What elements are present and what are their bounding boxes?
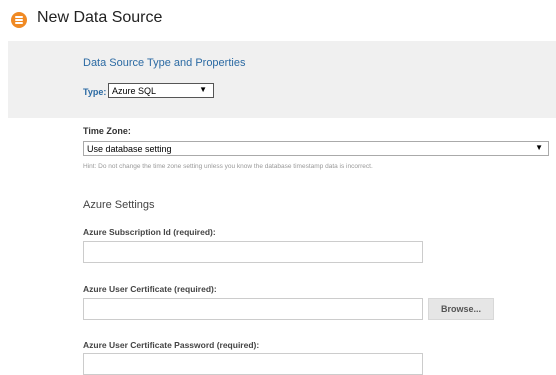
- certificate-password-label: Azure User Certificate Password (require…: [83, 340, 260, 350]
- page-title: New Data Source: [37, 9, 163, 26]
- timezone-label: Time Zone:: [83, 126, 131, 136]
- type-select[interactable]: Azure SQL ▼: [108, 83, 214, 98]
- certificate-input[interactable]: [83, 298, 423, 320]
- type-label: Type:: [83, 87, 107, 97]
- section-title: Data Source Type and Properties: [83, 57, 246, 69]
- dropdown-arrow-icon: ▼: [199, 85, 207, 94]
- subscription-id-label: Azure Subscription Id (required):: [83, 227, 216, 237]
- page-header: New Data Source: [0, 0, 556, 40]
- subscription-id-input[interactable]: [83, 241, 423, 263]
- browse-button[interactable]: Browse...: [428, 298, 494, 320]
- timezone-hint: Hint: Do not change the time zone settin…: [83, 163, 373, 170]
- azure-settings-heading: Azure Settings: [83, 199, 155, 211]
- database-icon: [11, 12, 27, 28]
- certificate-label: Azure User Certificate (required):: [83, 284, 217, 294]
- timezone-select[interactable]: Use database setting ▼: [83, 141, 549, 156]
- type-select-value: Azure SQL: [112, 85, 157, 96]
- type-properties-panel: [8, 41, 556, 118]
- timezone-select-value: Use database setting: [87, 143, 172, 154]
- dropdown-arrow-icon: ▼: [535, 143, 543, 152]
